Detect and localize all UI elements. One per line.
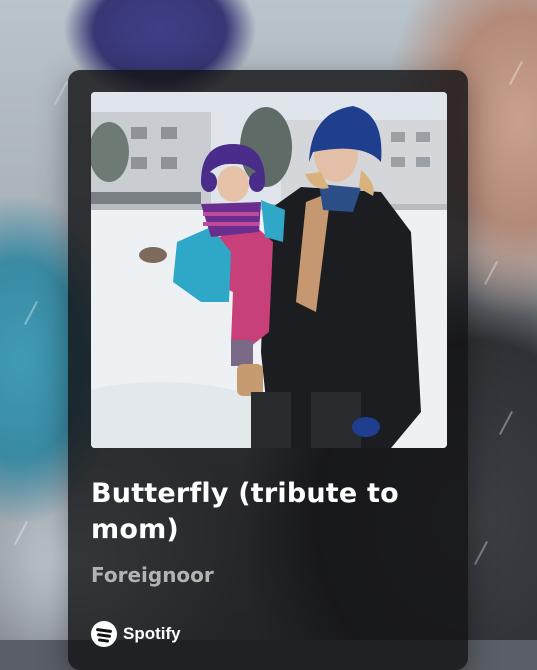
share-card[interactable]: Butterfly (tribute to mom) Foreignoor Sp… bbox=[68, 70, 468, 670]
spotify-brand: Spotify bbox=[91, 621, 181, 647]
artist-name: Foreignoor bbox=[91, 563, 214, 587]
brand-wordmark: Spotify bbox=[123, 624, 181, 643]
track-title: Butterfly (tribute to mom) bbox=[91, 478, 399, 545]
spotify-logo-icon bbox=[91, 621, 117, 647]
album-artwork bbox=[91, 92, 447, 448]
